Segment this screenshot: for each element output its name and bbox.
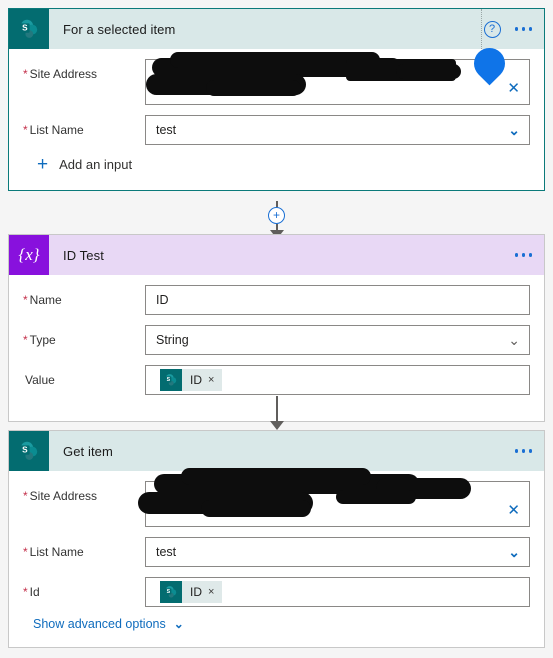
connector-line <box>275 396 278 422</box>
token-label: ID <box>190 373 202 387</box>
add-step-plus-button[interactable]: + <box>268 207 285 224</box>
variable-braces-glyph: {x} <box>18 245 40 264</box>
site-address-input[interactable]: ✕ <box>138 468 530 527</box>
add-an-input-label: Add an input <box>59 157 133 172</box>
card-header-actions: ? <box>483 9 537 49</box>
field-label-id: * Id <box>23 585 40 599</box>
dynamic-content-token[interactable]: S ID × <box>160 369 223 391</box>
field-label-list-name: * List Name <box>23 123 84 137</box>
token-label: ID <box>190 585 202 599</box>
required-marker: * <box>23 489 28 503</box>
list-name-dropdown[interactable]: test ⌄ <box>145 115 530 145</box>
svg-text:S: S <box>22 24 28 33</box>
show-advanced-options-button[interactable]: Show advanced options ⌄ <box>33 617 530 631</box>
field-row-list-name: * List Name test ⌄ <box>23 115 530 145</box>
sharepoint-icon: S <box>160 581 182 603</box>
required-marker: * <box>23 585 28 599</box>
svg-text:S: S <box>167 589 171 595</box>
card-header-initialize-variable[interactable]: {x} ID Test <box>9 235 544 275</box>
field-row-value: Value S ID × <box>23 365 530 395</box>
required-marker: * <box>23 545 28 559</box>
field-row-id: * Id S ID × <box>23 577 530 607</box>
chevron-down-icon[interactable]: ⌄ <box>508 123 520 137</box>
field-label-name: * Name <box>23 293 62 307</box>
redaction-overlay <box>146 52 529 110</box>
card-header-get-item[interactable]: S Get item <box>9 431 544 471</box>
chevron-down-icon[interactable]: ⌄ <box>508 333 520 347</box>
clear-x-icon[interactable]: ✕ <box>507 81 520 96</box>
token-remove-icon[interactable]: × <box>208 374 222 386</box>
sharepoint-icon: S <box>9 431 49 471</box>
field-label-site-address: * Site Address <box>23 489 98 503</box>
required-marker: * <box>23 67 28 81</box>
variable-type-value: String <box>156 333 189 347</box>
flow-card-initialize-variable[interactable]: {x} ID Test * Name ID * Type String ⌄ Va… <box>8 234 545 422</box>
id-input[interactable]: S ID × <box>145 577 530 607</box>
token-remove-icon[interactable]: × <box>208 586 222 598</box>
required-marker: * <box>23 123 28 137</box>
card-body-get-item: * Site Address ✕ * List Name test ⌄ * Id… <box>9 468 544 647</box>
arrow-head-icon <box>269 421 284 430</box>
card-title: For a selected item <box>63 21 176 37</box>
chevron-down-icon: ⌄ <box>173 617 184 631</box>
flow-card-trigger[interactable]: S For a selected item ? * Site Address ✕… <box>8 8 545 191</box>
card-header-actions <box>511 235 537 275</box>
variable-value-input[interactable]: S ID × <box>145 365 530 395</box>
card-body-trigger: * Site Address ✕ * List Name test ⌄ + Ad… <box>9 49 544 190</box>
card-header-trigger[interactable]: S For a selected item ? <box>9 9 544 49</box>
field-label-list-name: * List Name <box>23 545 84 559</box>
required-marker: * <box>23 293 28 307</box>
chevron-down-icon[interactable]: ⌄ <box>508 545 520 559</box>
ellipsis-icon[interactable] <box>511 247 537 263</box>
field-row-list-name: * List Name test ⌄ <box>23 537 530 567</box>
list-name-value: test <box>156 123 177 137</box>
field-label-value: Value <box>25 373 55 387</box>
ellipsis-icon[interactable] <box>511 21 537 37</box>
field-row-site-address: * Site Address ✕ <box>23 52 530 105</box>
sharepoint-icon: S <box>160 369 182 391</box>
site-address-input[interactable]: ✕ <box>145 52 530 105</box>
header-divider <box>481 9 482 49</box>
field-label-site-address: * Site Address <box>23 67 98 81</box>
field-row-site-address: * Site Address ✕ <box>23 468 530 527</box>
list-name-value: test <box>156 545 177 559</box>
svg-text:S: S <box>167 377 171 383</box>
redaction-overlay <box>138 468 529 532</box>
card-title: ID Test <box>63 247 104 263</box>
card-header-actions <box>511 431 537 471</box>
plus-icon: + <box>37 154 49 175</box>
variable-name-input[interactable]: ID <box>145 285 530 315</box>
flow-designer-canvas: S For a selected item ? * Site Address ✕… <box>0 0 553 658</box>
dynamic-content-token[interactable]: S ID × <box>160 581 223 603</box>
variable-name-value: ID <box>156 293 169 307</box>
help-circle-icon[interactable]: ? <box>483 20 501 38</box>
variable-type-dropdown[interactable]: String ⌄ <box>145 325 530 355</box>
show-advanced-options-label: Show advanced options <box>33 617 166 631</box>
list-name-dropdown[interactable]: test ⌄ <box>145 537 530 567</box>
field-label-type: * Type <box>23 333 56 347</box>
field-row-type: * Type String ⌄ <box>23 325 530 355</box>
connector-variable-to-getitem <box>0 396 553 430</box>
add-an-input-button[interactable]: + Add an input <box>37 155 530 174</box>
flow-card-get-item[interactable]: S Get item * Site Address ✕ * List Name … <box>8 430 545 648</box>
svg-text:S: S <box>22 446 28 455</box>
clear-x-icon[interactable]: ✕ <box>507 503 520 518</box>
field-row-name: * Name ID <box>23 285 530 315</box>
variable-braces-icon: {x} <box>9 235 49 275</box>
card-title: Get item <box>63 443 113 459</box>
required-marker: * <box>23 333 28 347</box>
ellipsis-icon[interactable] <box>511 443 537 459</box>
sharepoint-icon: S <box>9 9 49 49</box>
